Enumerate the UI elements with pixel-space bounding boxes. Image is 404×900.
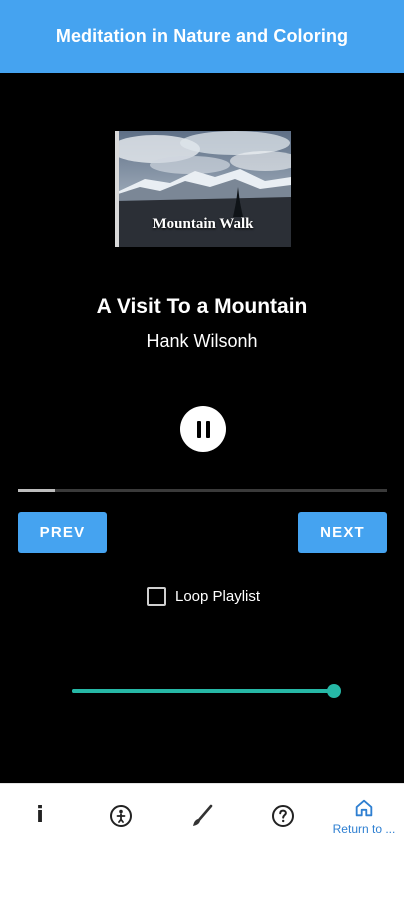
album-caption: Mountain Walk bbox=[152, 216, 254, 232]
track-artist: Hank Wilsonh bbox=[146, 331, 258, 351]
track-title: A Visit To a Mountain bbox=[96, 295, 308, 318]
volume-fill bbox=[72, 689, 334, 693]
progress-fill bbox=[18, 489, 55, 492]
info-icon: i bbox=[36, 803, 44, 828]
help-icon bbox=[272, 805, 294, 827]
nav-item-help[interactable] bbox=[243, 784, 323, 850]
loop-playlist-toggle[interactable]: Loop Playlist bbox=[147, 585, 260, 607]
nav-item-meditation[interactable] bbox=[81, 784, 161, 850]
home-icon bbox=[355, 799, 373, 817]
pause-icon bbox=[196, 420, 201, 438]
album-art: Mountain Walk bbox=[115, 131, 291, 247]
next-button[interactable]: NEXT bbox=[298, 512, 387, 553]
app-bar: Meditation in Nature and Coloring bbox=[0, 0, 404, 73]
progress-bar[interactable] bbox=[18, 489, 387, 492]
nav-label-return: Return to ... bbox=[332, 822, 396, 836]
brush-icon bbox=[193, 804, 213, 826]
nav-item-info[interactable]: i bbox=[0, 784, 80, 850]
loop-label: Loop Playlist bbox=[175, 587, 261, 605]
loop-checkbox[interactable] bbox=[147, 586, 166, 606]
prev-button[interactable]: PREV bbox=[18, 512, 107, 553]
app-title: Meditation in Nature and Coloring bbox=[55, 26, 349, 46]
music-player: Mountain Walk A Visit To a Mountain Hank… bbox=[0, 73, 404, 783]
nav-item-coloring[interactable] bbox=[162, 784, 242, 850]
volume-slider-thumb[interactable] bbox=[327, 684, 341, 698]
pause-button[interactable] bbox=[180, 406, 226, 452]
volume-slider[interactable] bbox=[72, 684, 341, 698]
meditation-icon bbox=[110, 805, 132, 827]
nav-item-return-to-home[interactable]: Return to ... bbox=[324, 784, 404, 850]
bottom-navigation: i Return to ... bbox=[0, 783, 404, 900]
